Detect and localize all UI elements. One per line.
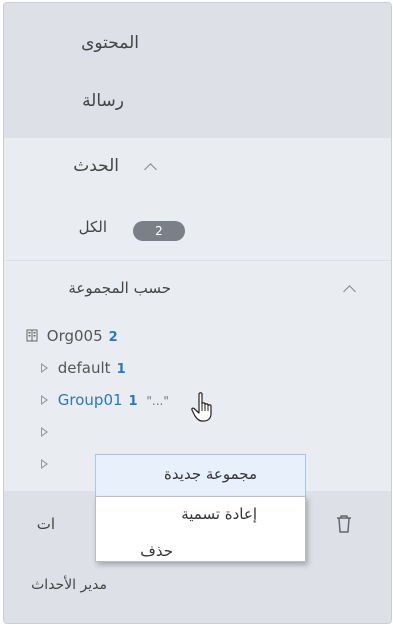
hand-cursor-icon <box>191 392 212 422</box>
context-menu-item-delete[interactable]: حذف <box>96 530 305 563</box>
nav-item-content-label: المحتوى <box>81 33 139 53</box>
menu-label: مجموعة جديدة <box>164 465 257 483</box>
tree-group-default[interactable]: default 1 <box>34 359 126 377</box>
expand-triangle-icon[interactable] <box>41 427 49 437</box>
chevron-up-icon[interactable] <box>343 285 356 298</box>
expand-triangle-icon[interactable] <box>41 395 49 405</box>
org-name: Org005 <box>46 327 103 345</box>
context-menu: إعادة تسمية حذف <box>95 496 306 562</box>
more-options-icon[interactable]: "..." <box>146 394 168 408</box>
nav-item-message-label: رسالة <box>82 91 124 111</box>
chevron-up-icon[interactable] <box>144 163 157 176</box>
building-icon <box>26 329 38 342</box>
group-count: 1 <box>128 394 138 409</box>
group-name: Group01 <box>57 391 123 409</box>
tree-org[interactable]: Org005 2 <box>26 327 118 345</box>
all-label: الكل <box>78 218 107 236</box>
context-menu-item-rename[interactable]: إعادة تسمية <box>96 497 305 530</box>
all-count-badge: 2 <box>133 221 185 241</box>
group-name: default <box>57 359 111 377</box>
group-count: 1 <box>116 362 126 377</box>
event-manager-label: مدير الأحداث <box>31 577 107 593</box>
menu-label: إعادة تسمية <box>181 505 257 523</box>
expand-triangle-icon[interactable] <box>41 459 49 469</box>
nav-item-partial-label: ات <box>36 515 55 533</box>
tree-group-group01[interactable]: Group01 1 "..." <box>34 391 169 409</box>
context-menu-item-new-group[interactable]: مجموعة جديدة <box>95 454 306 496</box>
nav-item-message[interactable]: رسالة <box>4 77 391 127</box>
event-filter-all[interactable]: الكل 2 <box>4 206 391 250</box>
expand-triangle-icon[interactable] <box>41 363 49 373</box>
by-group-header[interactable]: حسب المجموعة <box>4 261 391 317</box>
tree-group-hidden-1[interactable] <box>34 423 48 441</box>
tree-group-hidden-2[interactable] <box>34 455 48 473</box>
by-group-label: حسب المجموعة <box>68 279 171 297</box>
nav-item-content[interactable]: المحتوى <box>4 21 391 71</box>
event-section: الحدث الكل 2 <box>4 138 391 260</box>
menu-label: حذف <box>140 542 173 560</box>
nav-item-event[interactable]: الحدث <box>4 138 391 198</box>
org-count: 2 <box>108 330 118 345</box>
nav-item-event-manager[interactable]: مدير الأحداث <box>4 563 391 613</box>
nav-item-event-label: الحدث <box>73 156 119 176</box>
trash-icon[interactable] <box>336 514 352 534</box>
